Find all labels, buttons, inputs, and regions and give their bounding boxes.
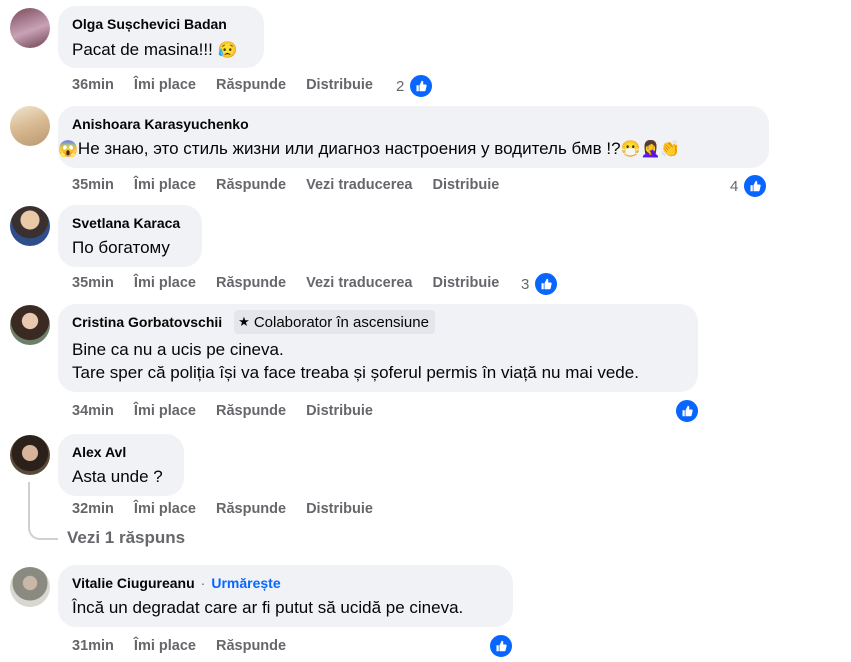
reaction-summary[interactable]: [674, 398, 700, 424]
scream-emoji: 😱: [58, 141, 78, 158]
comment-text: По богатому: [72, 238, 170, 257]
translate-button[interactable]: Vezi traducerea: [306, 177, 412, 193]
badge-label: Colaborator în ascensiune: [253, 313, 429, 331]
contributor-badge[interactable]: ★ Colaborator în ascensiune: [234, 310, 435, 334]
thumbs-up-icon: [674, 398, 700, 424]
timestamp[interactable]: 36min: [72, 77, 114, 93]
comment-author[interactable]: Olga Sușchevici Badan: [72, 16, 227, 32]
comment-bubble: Cristina Gorbatovschii ★ Colaborator în …: [58, 304, 698, 392]
comment-bubble: Vitalie Ciugureanu · Urmărește Încă un d…: [58, 565, 513, 627]
reply-button[interactable]: Răspunde: [216, 275, 286, 291]
timestamp[interactable]: 35min: [72, 177, 114, 193]
comment-author[interactable]: Anishoara Karasyuchenko: [72, 116, 249, 132]
comment-actions: 34min Îmi place Răspunde Distribuie: [72, 401, 373, 421]
like-button[interactable]: Îmi place: [134, 403, 196, 419]
translate-button[interactable]: Vezi traducerea: [306, 275, 412, 291]
share-button[interactable]: Distribuie: [306, 501, 373, 517]
reply-button[interactable]: Răspunde: [216, 77, 286, 93]
thumbs-up-icon: [488, 633, 514, 659]
comment-actions: 35min Îmi place Răspunde Vezi traducerea…: [72, 175, 499, 195]
star-badge-icon: ★: [238, 314, 250, 329]
reaction-count: 3: [521, 275, 530, 293]
comment-text: Asta unde ?: [72, 467, 163, 486]
share-button[interactable]: Distribuie: [432, 177, 499, 193]
comment-text: Încă un degradat care ar fi putut să uci…: [72, 598, 464, 617]
like-button[interactable]: Îmi place: [134, 77, 196, 93]
like-button[interactable]: Îmi place: [134, 177, 196, 193]
comment-text: 😱Не знаю, это стиль жизни или диагноз на…: [58, 139, 681, 158]
comment-author[interactable]: Svetlana Karaca: [72, 215, 180, 231]
thread-connector: [28, 482, 58, 540]
comment-actions: 35min Îmi place Răspunde Vezi traducerea…: [72, 273, 499, 293]
reply-button[interactable]: Răspunde: [216, 403, 286, 419]
reply-button[interactable]: Răspunde: [216, 638, 286, 654]
reaction-summary[interactable]: 4: [730, 173, 769, 199]
reply-button[interactable]: Răspunde: [216, 501, 286, 517]
reaction-count: 4: [730, 177, 739, 195]
like-button[interactable]: Îmi place: [134, 501, 196, 517]
like-button[interactable]: Îmi place: [134, 275, 196, 291]
separator-dot: ·: [200, 575, 206, 591]
comment-actions: 32min Îmi place Răspunde Distribuie: [72, 499, 373, 519]
timestamp[interactable]: 32min: [72, 501, 114, 517]
avatar[interactable]: [10, 435, 50, 475]
timestamp[interactable]: 35min: [72, 275, 114, 291]
comment-bubble: Alex Avl Asta unde ?: [58, 434, 184, 496]
share-button[interactable]: Distribuie: [306, 77, 373, 93]
sad-emoji: 😥: [217, 42, 238, 59]
timestamp[interactable]: 34min: [72, 403, 114, 419]
comment-author[interactable]: Vitalie Ciugureanu: [72, 575, 195, 591]
thumbs-up-icon: [742, 173, 769, 199]
reaction-summary[interactable]: 2: [396, 73, 435, 99]
timestamp[interactable]: 31min: [72, 638, 114, 654]
comment-author[interactable]: Alex Avl: [72, 444, 126, 460]
follow-button[interactable]: Urmărește: [211, 575, 280, 591]
avatar[interactable]: [10, 206, 50, 246]
view-replies-link[interactable]: Vezi 1 răspuns: [67, 528, 185, 548]
thumbs-up-icon: [408, 73, 435, 99]
emoji-group: 😷🤦‍♀️👏: [620, 141, 681, 158]
share-button[interactable]: Distribuie: [432, 275, 499, 291]
comment-bubble: Svetlana Karaca По богатому: [58, 205, 202, 267]
reaction-count: 2: [396, 77, 405, 95]
comment-bubble: Olga Sușchevici Badan Pacat de masina!!!…: [58, 6, 264, 68]
comment-author[interactable]: Cristina Gorbatovschii: [72, 314, 222, 330]
comment-text: Pacat de masina!!! 😥: [72, 40, 238, 59]
reaction-summary[interactable]: [488, 633, 514, 659]
avatar[interactable]: [10, 8, 50, 48]
reaction-summary[interactable]: 3: [521, 271, 560, 297]
comment-bubble: Anishoara Karasyuchenko 😱Не знаю, это ст…: [58, 106, 769, 168]
avatar[interactable]: [10, 305, 50, 345]
reply-button[interactable]: Răspunde: [216, 177, 286, 193]
like-button[interactable]: Îmi place: [134, 638, 196, 654]
comment-text-line-1: Bine ca nu a ucis pe cineva.: [72, 340, 284, 359]
avatar[interactable]: [10, 567, 50, 607]
comment-actions: 31min Îmi place Răspunde: [72, 636, 286, 656]
avatar[interactable]: [10, 106, 50, 146]
share-button[interactable]: Distribuie: [306, 403, 373, 419]
thumbs-up-icon: [533, 271, 560, 297]
comment-actions: 36min Îmi place Răspunde Distribuie: [72, 75, 373, 95]
comment-text-line-2: Tare sper că poliția își va face treaba …: [72, 363, 639, 382]
